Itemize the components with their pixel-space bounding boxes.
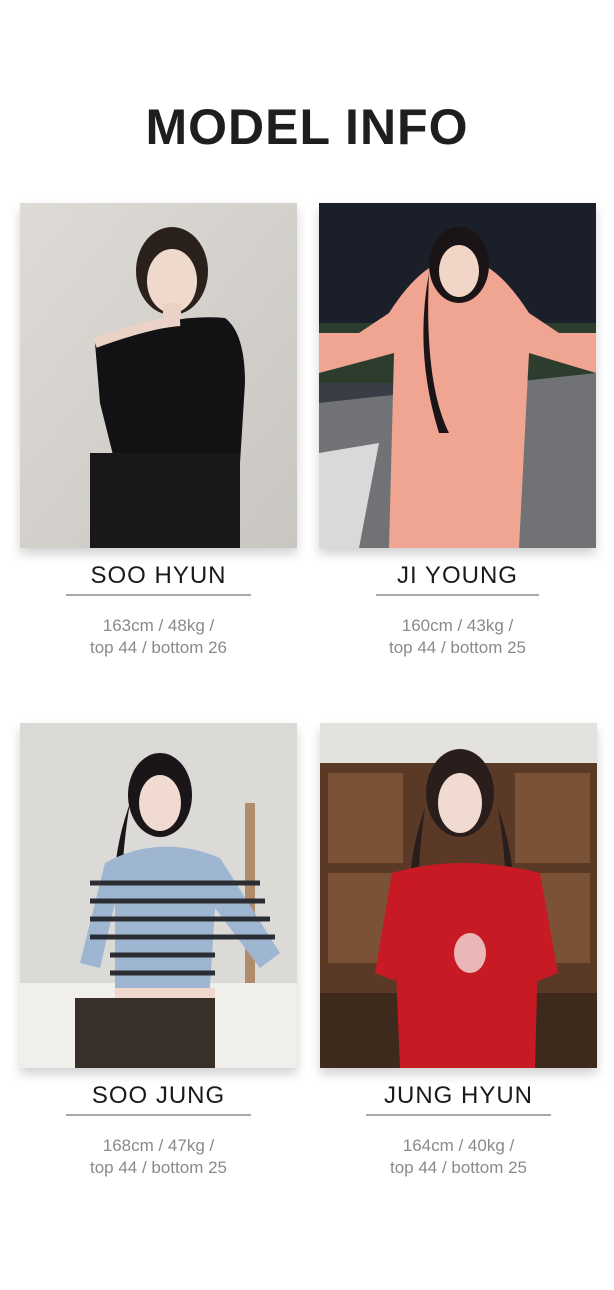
model-name: SOO JUNG (66, 1082, 251, 1116)
model-specs-line2: top 44 / bottom 25 (389, 1158, 528, 1177)
model-photo (319, 203, 596, 548)
model-card-ji-young: JI YOUNG 160cm / 43kg / top 44 / bottom … (319, 203, 596, 659)
model-specs-line1: 168cm / 47kg / (102, 1136, 215, 1155)
model-name: JI YOUNG (376, 562, 539, 596)
model-specs: 163cm / 48kg / top 44 / bottom 26 (20, 615, 297, 659)
model-specs: 168cm / 47kg / top 44 / bottom 25 (20, 1135, 297, 1179)
model-card-soo-jung: SOO JUNG 168cm / 47kg / top 44 / bottom … (20, 723, 297, 1179)
model-specs-line1: 160cm / 43kg / (401, 616, 514, 635)
page-title: MODEL INFO (145, 99, 469, 155)
model-specs: 160cm / 43kg / top 44 / bottom 25 (319, 615, 596, 659)
model-specs-line2: top 44 / bottom 25 (388, 638, 527, 657)
model-card-jung-hyun: JUNG HYUN 164cm / 40kg / top 44 / bottom… (320, 723, 597, 1179)
model-name: SOO HYUN (66, 562, 251, 596)
model-specs-line1: 163cm / 48kg / (102, 616, 215, 635)
model-name: JUNG HYUN (366, 1082, 551, 1116)
model-specs-line2: top 44 / bottom 26 (89, 638, 228, 657)
model-specs: 164cm / 40kg / top 44 / bottom 25 (320, 1135, 597, 1179)
model-specs-line1: 164cm / 40kg / (402, 1136, 515, 1155)
model-specs-line2: top 44 / bottom 25 (89, 1158, 228, 1177)
model-photo (320, 723, 597, 1068)
model-card-soo-hyun: SOO HYUN 163cm / 48kg / top 44 / bottom … (20, 203, 297, 659)
model-photo (20, 723, 297, 1068)
model-photo (20, 203, 297, 548)
